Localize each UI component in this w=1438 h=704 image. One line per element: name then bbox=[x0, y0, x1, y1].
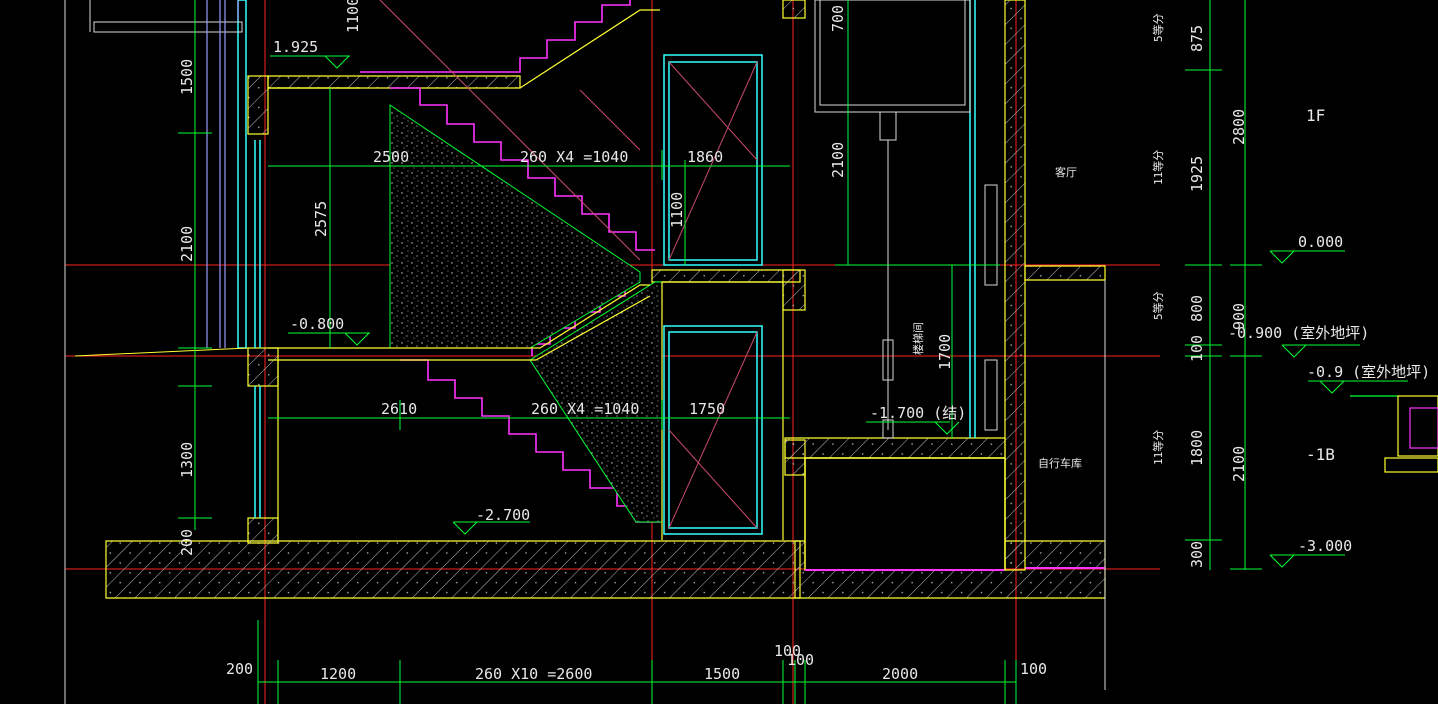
division-note-1: 11等分 bbox=[1151, 150, 1165, 185]
level-4: 0.000 bbox=[1298, 233, 1343, 251]
dim-h-upper-0: 2500 bbox=[373, 148, 409, 166]
dim-h-bottom-3: 1500 bbox=[704, 665, 740, 683]
dim-h-bottom-6: 2000 bbox=[882, 665, 918, 683]
level-0: 1.925 bbox=[273, 38, 318, 56]
dim-v-left-3: 200 bbox=[178, 529, 196, 556]
dim-h-upper-1: 260 X4 =1040 bbox=[520, 148, 628, 166]
dim-v-right1-0: 875 bbox=[1188, 25, 1206, 52]
dim-v-door-0: 1100 bbox=[668, 192, 686, 228]
right-detail bbox=[1350, 395, 1438, 473]
dim-v-right1-1: 1925 bbox=[1188, 156, 1206, 192]
stair-concrete bbox=[389, 104, 663, 523]
dim-h-lower-0: 2610 bbox=[381, 400, 417, 418]
dim-v-mid-2: 1700 bbox=[936, 334, 954, 370]
dim-h-lower-2: 1750 bbox=[689, 400, 725, 418]
room-label-bike-garage: 自行车库 bbox=[1038, 456, 1082, 470]
dim-v-right1-2: 800 bbox=[1188, 295, 1206, 322]
floor-labels: 1F -1B bbox=[1306, 106, 1335, 464]
dim-v-right2-2: 2100 bbox=[1230, 446, 1248, 482]
room-label-living: 客厅 bbox=[1055, 165, 1077, 179]
dim-v-right1-4: 1800 bbox=[1188, 430, 1206, 466]
dim-h-bottom-1: 1200 bbox=[320, 665, 356, 683]
division-note-2: 5等分 bbox=[1151, 291, 1165, 320]
dim-v-right1-5: 300 bbox=[1188, 541, 1206, 568]
dim-v-inner-1: 2575 bbox=[312, 201, 330, 237]
dim-h-bottom-7: 100 bbox=[1020, 660, 1047, 678]
division-note-0: 5等分 bbox=[1151, 13, 1165, 42]
dim-h-lower-1: 260 X4 =1040 bbox=[531, 400, 639, 418]
room-labels: 客厅 自行车库 楼梯间 5等分 11等分 5等分 11等分 bbox=[911, 13, 1165, 470]
dim-v-right1-3: 100 bbox=[1188, 335, 1206, 362]
level-5: -0.900 (室外地坪) bbox=[1228, 324, 1369, 342]
dim-v-left-2: 1300 bbox=[178, 442, 196, 478]
room-label-stairwell: 楼梯间 bbox=[911, 322, 925, 355]
dim-texts-bottom: 200 1200 260 X10 =2600 1500 100 100 2000… bbox=[226, 642, 1047, 683]
dim-v-mid-1: 2100 bbox=[829, 142, 847, 178]
dim-v-left-0: 1500 bbox=[178, 59, 196, 95]
floor-label-1f: 1F bbox=[1306, 106, 1325, 125]
division-note-3: 11等分 bbox=[1151, 430, 1165, 465]
level-3: -1.700 (结) bbox=[870, 404, 966, 422]
dim-h-bottom-5: 100 bbox=[787, 651, 814, 669]
level-2: -2.700 bbox=[476, 506, 530, 524]
dim-v-left-1: 2100 bbox=[178, 226, 196, 262]
partition-lines bbox=[206, 0, 239, 348]
dim-h-bottom-0: 200 bbox=[226, 660, 253, 678]
level-6: -0.9 (室外地坪) bbox=[1307, 363, 1430, 381]
cad-section-drawing: 200 1200 260 X10 =2600 1500 100 100 2000… bbox=[64, 0, 1438, 704]
level-7: -3.000 bbox=[1298, 537, 1352, 555]
dim-h-upper-2: 1860 bbox=[687, 148, 723, 166]
dim-v-right2-0: 2800 bbox=[1230, 109, 1248, 145]
dim-h-bottom-2: 260 X10 =2600 bbox=[475, 665, 592, 683]
dim-v-mid-0: 700 bbox=[829, 5, 847, 32]
floor-label-b1: -1B bbox=[1306, 445, 1335, 464]
level-1: -0.800 bbox=[290, 315, 344, 333]
dim-v-inner-0: 1100 bbox=[344, 0, 362, 33]
